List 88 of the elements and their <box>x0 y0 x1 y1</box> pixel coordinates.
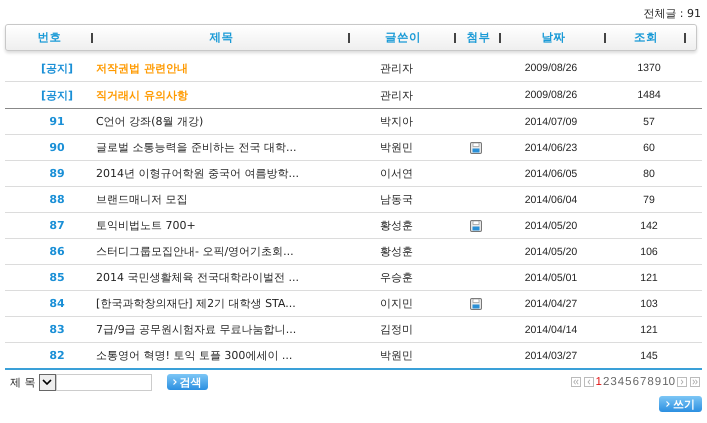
post-date: 2014/07/09 <box>524 116 578 128</box>
post-author: 김정미 <box>380 322 414 337</box>
post-title[interactable]: 7급/9급 공무원시험자료 무료나눔합니... <box>96 323 296 336</box>
page-link[interactable]: 8 <box>647 376 654 388</box>
post-date: 2009/08/26 <box>524 89 578 101</box>
post-date: 2014/03/27 <box>524 350 578 362</box>
post-title[interactable]: 2014년 이형규어학원 중국어 여름방학... <box>96 167 299 180</box>
post-author: 박원민 <box>380 140 414 155</box>
post-date: 2014/05/20 <box>524 220 578 232</box>
post-title[interactable]: 스터디그룹모집안내- 오픽/영어기초회... <box>96 245 294 258</box>
post-number: [공지] <box>40 88 74 102</box>
post-author: 우승훈 <box>380 270 414 285</box>
first-page-icon[interactable] <box>570 377 581 387</box>
view-count: 103 <box>639 298 659 310</box>
post-title[interactable]: 토익비법노트 700+ <box>96 219 196 232</box>
post-number: 84 <box>48 297 66 310</box>
post-number: 89 <box>48 167 66 180</box>
post-author: 이서연 <box>380 166 414 181</box>
page-link[interactable]: 9 <box>654 376 662 388</box>
page-link[interactable]: 7 <box>640 376 646 388</box>
post-title[interactable]: 2014 국민생활체육 전국대학라이벌전 ... <box>96 271 299 284</box>
post-number: 88 <box>48 193 66 206</box>
post-title[interactable]: C언어 강좌(8월 개강) <box>96 115 204 128</box>
search-field-label: 제 목 <box>10 374 36 390</box>
next-page-icon[interactable] <box>677 377 687 387</box>
post-date: 2014/04/27 <box>524 298 578 310</box>
page-link[interactable]: 10 <box>662 376 675 388</box>
chevron-icon <box>172 379 176 385</box>
post-date: 2014/06/04 <box>524 194 578 206</box>
post-number: [공지] <box>40 60 74 76</box>
chevron-icon <box>666 401 670 407</box>
post-date: 2014/05/01 <box>524 272 578 284</box>
post-author: 황성훈 <box>380 244 414 259</box>
column-header: 날짜 <box>501 30 606 45</box>
post-title[interactable]: 글로벌 소통능력을 준비하는 전국 대학... <box>96 141 296 154</box>
search-input[interactable] <box>56 374 152 390</box>
post-date: 2014/06/05 <box>524 168 578 180</box>
post-number: 86 <box>48 245 66 258</box>
column-header: 글쓴이 <box>350 30 456 45</box>
floppy-icon[interactable] <box>470 298 482 310</box>
page-link[interactable]: 6 <box>632 376 639 388</box>
post-date: 2014/05/20 <box>524 246 578 258</box>
post-title[interactable]: [한국과학창의재단] 제2기 대학생 STA... <box>96 297 296 310</box>
floppy-icon[interactable] <box>470 220 482 232</box>
view-count: 57 <box>642 116 656 128</box>
floppy-icon[interactable] <box>470 142 482 154</box>
post-number: 87 <box>48 219 66 232</box>
view-count: 80 <box>642 168 656 180</box>
post-author: 황성훈 <box>380 218 414 233</box>
total-count: 전체글 : 91 <box>642 6 702 22</box>
post-date: 2014/06/23 <box>524 142 578 154</box>
page-link[interactable]: 2 <box>602 376 610 388</box>
post-number: 83 <box>48 323 66 336</box>
post-author: 남동국 <box>380 192 414 207</box>
view-count: 60 <box>642 142 656 154</box>
last-page-icon[interactable] <box>690 377 700 387</box>
post-author: 박지아 <box>380 114 414 129</box>
previous-page-icon[interactable] <box>584 377 594 387</box>
post-date: 2014/04/14 <box>524 324 578 336</box>
page-link[interactable]: 5 <box>625 376 632 388</box>
post-number: 85 <box>48 271 66 284</box>
column-header: 번호 <box>6 30 93 45</box>
view-count: 79 <box>642 194 656 206</box>
post-author: 관리자 <box>380 88 414 102</box>
post-number: 82 <box>48 349 66 362</box>
column-header: 조회 <box>606 30 686 45</box>
post-number: 90 <box>48 141 66 154</box>
caret-icon <box>42 379 52 385</box>
post-date: 2009/08/26 <box>524 62 578 74</box>
view-count: 121 <box>639 272 659 284</box>
column-header: 제목 <box>93 30 350 45</box>
view-count: 145 <box>639 350 659 362</box>
view-count: 1370 <box>636 62 662 74</box>
post-author: 관리자 <box>380 60 414 76</box>
view-count: 106 <box>639 246 659 258</box>
page-link[interactable]: 1 <box>596 376 602 388</box>
view-count: 1484 <box>636 89 662 101</box>
view-count: 142 <box>639 220 659 232</box>
post-author: 이지민 <box>380 296 414 311</box>
page-link[interactable]: 4 <box>618 376 624 388</box>
post-title[interactable]: 브랜드매니저 모집 <box>96 193 188 206</box>
post-number: 91 <box>48 115 66 128</box>
page-link[interactable]: 3 <box>610 376 617 388</box>
field-dropdown[interactable] <box>38 374 56 390</box>
column-header: 첨부 <box>456 30 501 45</box>
post-author: 박원민 <box>380 348 414 363</box>
post-title[interactable]: 소통영어 혁명! 토익 토플 300에세이 ... <box>96 349 292 362</box>
view-count: 121 <box>639 324 659 336</box>
